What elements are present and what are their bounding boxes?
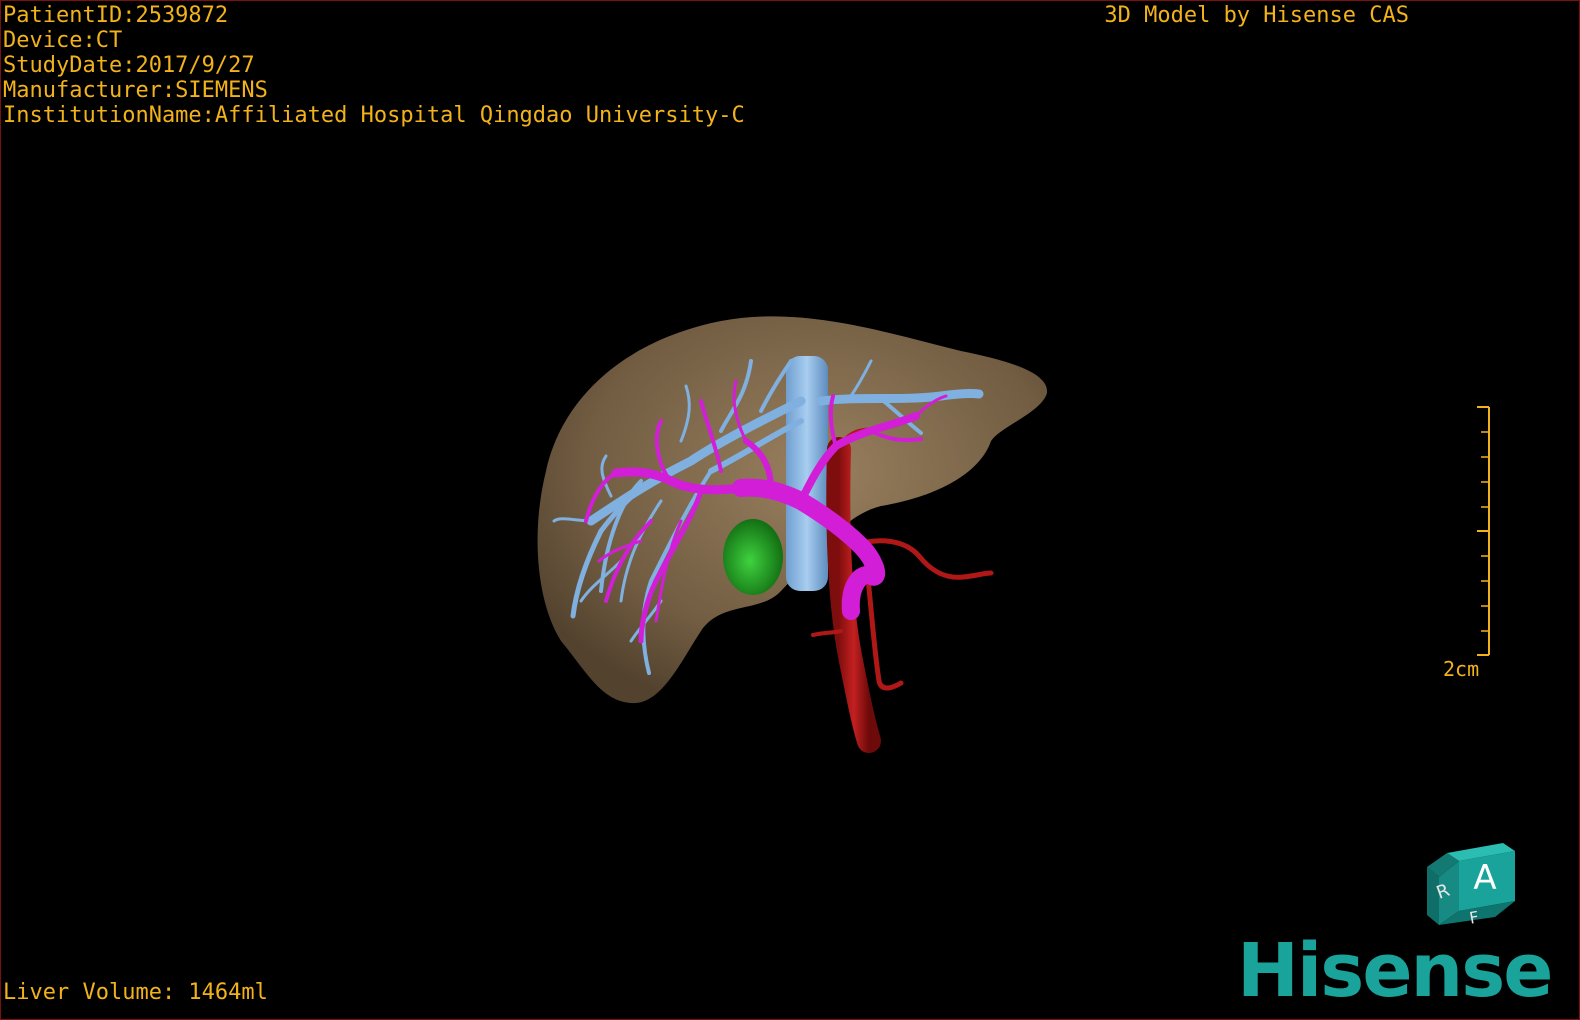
liver-3d-model[interactable]	[1, 1, 1579, 1019]
3d-render-viewport[interactable]: PatientID:2539872 Device:CT StudyDate:20…	[0, 0, 1580, 1020]
hisense-logo: Hisense	[1237, 928, 1553, 1014]
scale-label: 2cm	[1443, 657, 1480, 681]
orientation-cube-icon[interactable]: A R F	[1421, 839, 1521, 933]
gallbladder	[723, 519, 783, 595]
cube-face-front: A	[1473, 858, 1496, 898]
liver-volume-label: Liver Volume: 1464ml	[3, 980, 268, 1005]
scale-bar-icon	[1477, 406, 1490, 656]
